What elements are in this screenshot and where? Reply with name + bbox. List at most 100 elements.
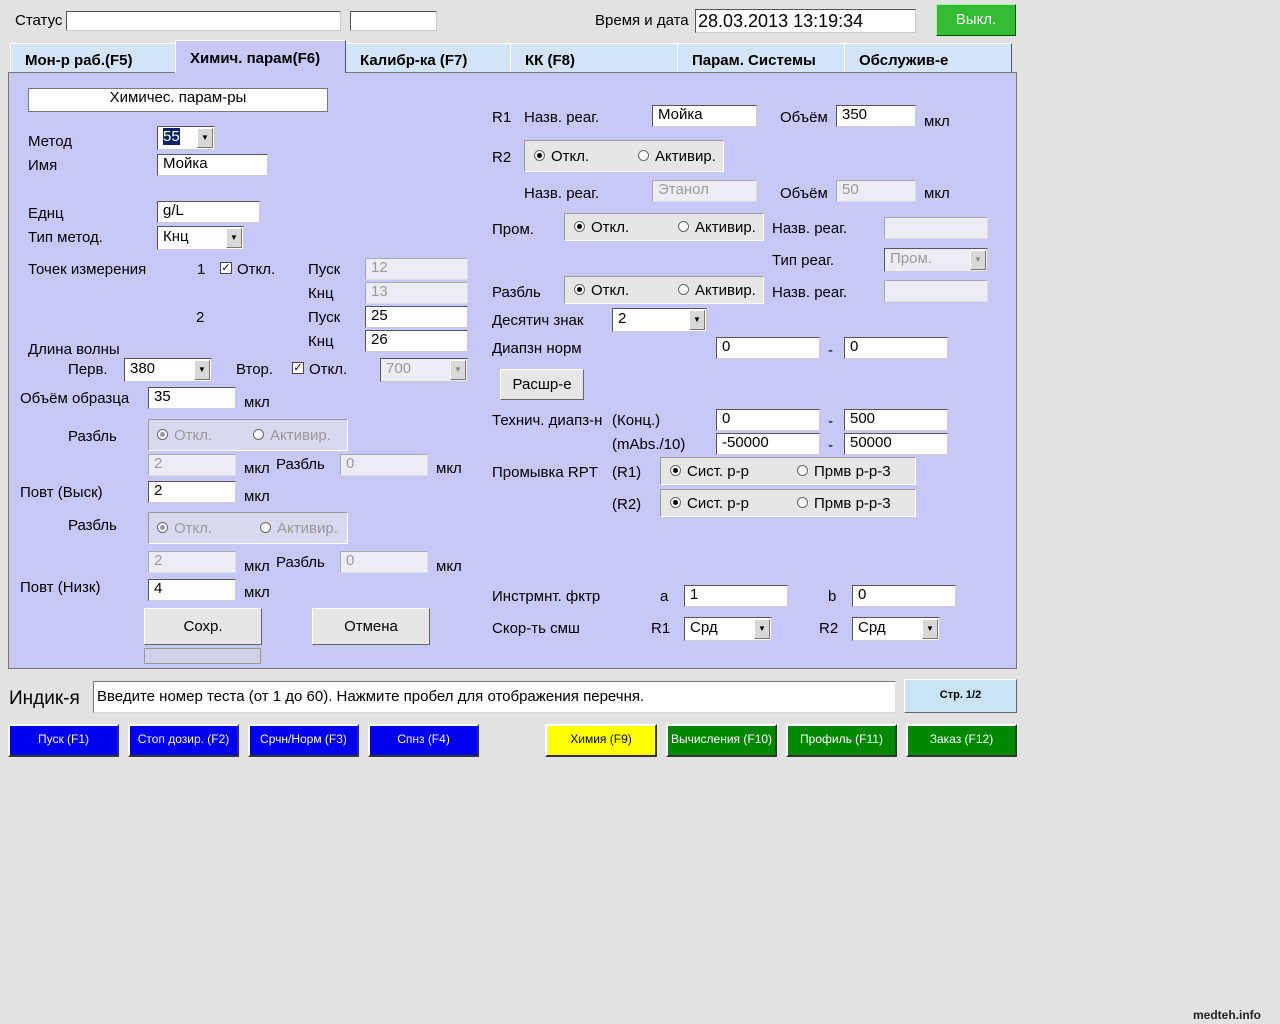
repeat-low-input[interactable]: 4 <box>148 579 236 601</box>
datetime-label: Время и дата <box>595 12 689 29</box>
dilution-label: Разбль <box>492 284 541 301</box>
p2-start-input[interactable]: 25 <box>365 306 468 328</box>
sample-volume-unit: мкл <box>244 394 270 411</box>
expand-button[interactable]: Расшр-е <box>500 369 584 400</box>
conc-low-input[interactable]: 0 <box>716 409 820 431</box>
dilution2-activate-radio[interactable]: Активир. <box>260 520 338 538</box>
r2-off-label: Откл. <box>551 148 590 165</box>
chevron-down-icon[interactable]: ▼ <box>450 360 466 380</box>
b-input[interactable]: 0 <box>852 585 956 607</box>
dilution-activate-radio[interactable]: Активир. <box>678 282 756 300</box>
r2-volume-input[interactable]: 50 <box>836 180 916 202</box>
chevron-down-icon[interactable]: ▼ <box>922 619 938 639</box>
instr-factor-label: Инстрмнт. фктр <box>492 588 601 605</box>
wash-reagent-input[interactable] <box>884 217 988 239</box>
rpt-wash-label: Промывка RPT <box>492 464 598 481</box>
name-input[interactable]: Мойка <box>157 154 268 176</box>
calculations-f10-button[interactable]: Вычисления (F10) <box>666 724 777 757</box>
a-input[interactable]: 1 <box>684 585 788 607</box>
tab-monitor[interactable]: Мон-р раб.(F5) <box>10 43 176 73</box>
mix-r1-select[interactable]: Срд ▼ <box>684 617 772 641</box>
wash-off-radio[interactable]: Откл. <box>574 219 629 237</box>
decimals-select[interactable]: 2 ▼ <box>612 308 707 332</box>
secondary-wavelength-select[interactable]: 700 ▼ <box>380 358 468 382</box>
wavelength-label: Длина волны <box>28 341 120 358</box>
p1-start-input[interactable]: 12 <box>365 258 468 280</box>
r2-off-radio[interactable]: Откл. <box>534 148 589 166</box>
r1-reagent-input[interactable]: Мойка <box>652 105 757 127</box>
sample-volume-input[interactable]: 35 <box>148 387 236 409</box>
rpt-r1-system-radio[interactable]: Сист. р-р <box>670 463 749 481</box>
p1-end-label: Кнц <box>308 285 334 302</box>
cancel-button[interactable]: Отмена <box>312 608 430 645</box>
r2-activate-radio[interactable]: Активир. <box>638 148 716 166</box>
dilution2-off-radio[interactable]: Откл. <box>157 520 212 538</box>
sleep-f4-button[interactable]: Спнз (F4) <box>368 724 479 757</box>
mabs-low-input[interactable]: -50000 <box>716 433 820 455</box>
rpt-r2-wash3-radio[interactable]: Прмв р-р-3 <box>797 495 891 513</box>
radio-icon <box>253 428 264 440</box>
tab-chemistry-params[interactable]: Химич. парам(F6) <box>175 40 346 73</box>
secondary-off-checkbox[interactable]: ✓ Откл. <box>292 361 347 379</box>
tab-calibration[interactable]: Калибр-ка (F7) <box>345 43 511 73</box>
dilution1-activate-radio[interactable]: Активир. <box>253 427 331 445</box>
repeat-high-input[interactable]: 2 <box>148 481 236 503</box>
chemistry-f9-button[interactable]: Химия (F9) <box>545 724 657 757</box>
conc-high-input[interactable]: 500 <box>844 409 948 431</box>
rpt-r2-system-radio[interactable]: Сист. р-р <box>670 495 749 513</box>
radio-selected-icon <box>670 496 681 508</box>
order-f12-button[interactable]: Заказ (F12) <box>906 724 1017 757</box>
profile-f11-button[interactable]: Профиль (F11) <box>786 724 897 757</box>
dilution-off-radio[interactable]: Откл. <box>574 282 629 300</box>
repeat-high-unit: мкл <box>244 488 270 505</box>
dilution-activate-label: Активир. <box>695 282 756 299</box>
p1-end-input[interactable]: 13 <box>365 282 468 304</box>
tab-system-params[interactable]: Парам. Системы <box>677 43 845 73</box>
r2-reagent-input[interactable]: Этанол <box>652 180 757 202</box>
secondary-off-label: Откл. <box>309 361 348 378</box>
tab-qc[interactable]: КК (F8) <box>510 43 678 73</box>
p2-end-input[interactable]: 26 <box>365 330 468 352</box>
chevron-down-icon[interactable]: ▼ <box>226 228 242 248</box>
urgent-normal-f3-button[interactable]: Срчн/Норм (F3) <box>248 724 359 757</box>
rpt-r1-radio-group: Сист. р-р Прмв р-р-3 <box>660 457 916 485</box>
dilution2-volume-input[interactable]: 2 <box>148 551 236 573</box>
dilution2-dilution-input[interactable]: 0 <box>340 551 428 573</box>
chevron-down-icon[interactable]: ▼ <box>194 360 210 380</box>
power-off-button[interactable]: Выкл. <box>936 4 1016 36</box>
decimals-label: Десятич знак <box>492 312 584 329</box>
chevron-down-icon[interactable]: ▼ <box>689 310 705 330</box>
mix-r2-select[interactable]: Срд ▼ <box>852 617 940 641</box>
stop-dosing-f2-button[interactable]: Стоп дозир. (F2) <box>128 724 239 757</box>
mix-r1-label: R1 <box>651 620 671 637</box>
norm-high-input[interactable]: 0 <box>844 337 948 359</box>
norm-low-input[interactable]: 0 <box>716 337 820 359</box>
method-select[interactable]: 55 ▼ <box>157 126 215 150</box>
dilution1-off-radio[interactable]: Откл. <box>157 427 212 445</box>
chevron-down-icon[interactable]: ▼ <box>970 250 986 270</box>
page-indicator-button[interactable]: Стр. 1/2 <box>904 679 1017 713</box>
reagent-type-select[interactable]: Пром. ▼ <box>884 248 988 272</box>
primary-wavelength-select[interactable]: 380 ▼ <box>124 358 212 382</box>
dilution-reagent-input[interactable] <box>884 280 988 302</box>
point1-off-checkbox[interactable]: ✓ Откл. <box>220 261 275 279</box>
tab-service[interactable]: Обслужив-е <box>844 43 1012 73</box>
start-f1-button[interactable]: Пуск (F1) <box>8 724 119 757</box>
mabs-high-input[interactable]: 50000 <box>844 433 948 455</box>
rpt-r1-wash3-radio[interactable]: Прмв р-р-3 <box>797 463 891 481</box>
save-button[interactable]: Сохр. <box>144 608 262 645</box>
method-type-value: Кнц <box>163 228 189 245</box>
chevron-down-icon[interactable]: ▼ <box>197 128 213 148</box>
r1-reagent-label: Назв. реаг. <box>524 109 600 126</box>
chevron-down-icon[interactable]: ▼ <box>754 619 770 639</box>
wash-activate-radio[interactable]: Активир. <box>678 219 756 237</box>
units-input[interactable]: g/L <box>157 201 260 223</box>
secondary-wavelength-label: Втор. <box>236 361 274 378</box>
sample-volume-label: Объём образца <box>20 390 130 407</box>
dilution1-volume-input[interactable]: 2 <box>148 454 236 476</box>
r1-volume-input[interactable]: 350 <box>836 105 916 127</box>
dilution1-dilution-input[interactable]: 0 <box>340 454 428 476</box>
method-type-select[interactable]: Кнц ▼ <box>157 226 244 250</box>
dilution1-dilution-label: Разбль <box>276 456 325 473</box>
watermark: medteh.info <box>1193 1008 1261 1022</box>
